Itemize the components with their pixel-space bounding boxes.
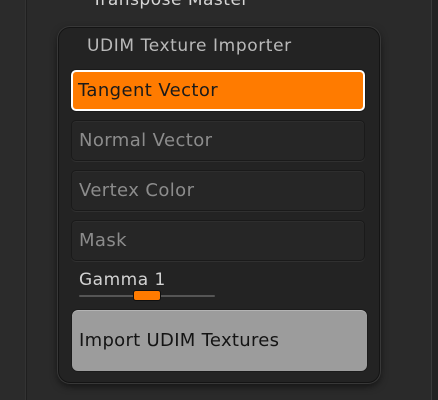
zbrush-plugin-area: Transpose Master UDIM Texture Importer T… <box>0 0 438 400</box>
tangent-vector-toggle[interactable]: Tangent Vector <box>71 70 365 111</box>
gamma-slider-handle[interactable] <box>133 290 161 301</box>
import-udim-textures-button[interactable]: Import UDIM Textures <box>71 309 368 372</box>
gamma-slider-label: Gamma 1 <box>79 270 166 290</box>
transpose-master-header[interactable]: Transpose Master <box>92 0 249 10</box>
right-scroll-strip[interactable] <box>431 0 438 400</box>
panel-title[interactable]: UDIM Texture Importer <box>87 36 292 56</box>
udim-texture-importer-panel: UDIM Texture Importer Tangent Vector Nor… <box>58 27 380 383</box>
vertex-color-toggle[interactable]: Vertex Color <box>71 170 365 211</box>
mask-toggle[interactable]: Mask <box>71 220 365 261</box>
normal-vector-toggle[interactable]: Normal Vector <box>71 120 365 161</box>
left-scroll-strip[interactable] <box>0 0 27 400</box>
